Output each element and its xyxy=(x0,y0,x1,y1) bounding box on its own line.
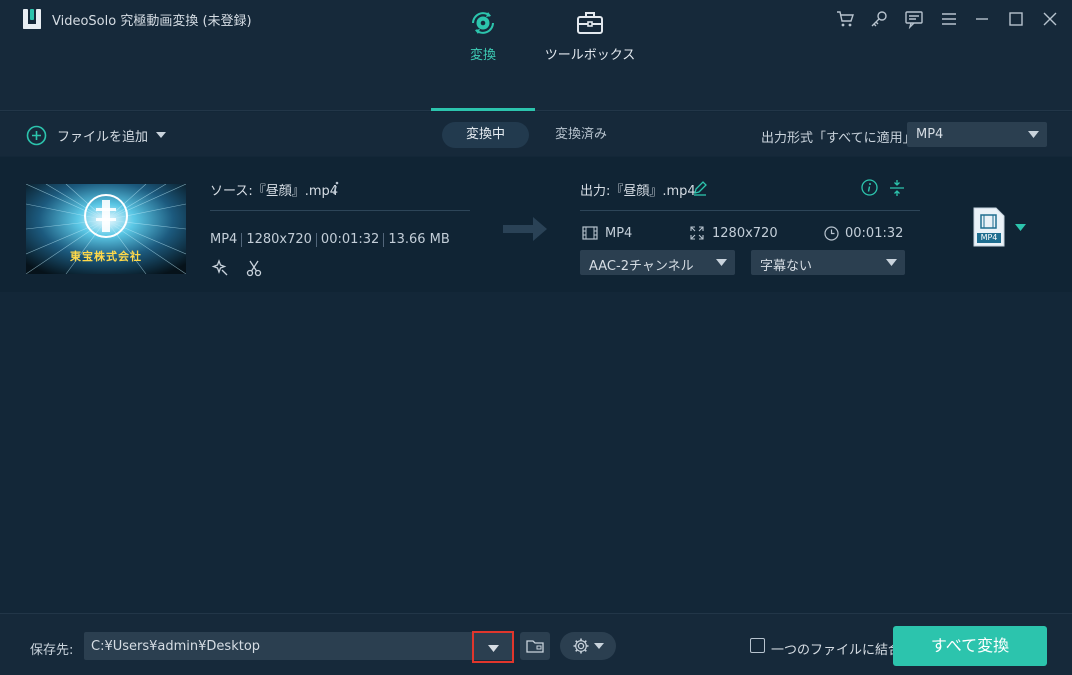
chevron-down-icon xyxy=(886,259,897,266)
source-metadata: MP4 1280x720 00:01:32 13.66 MB xyxy=(210,232,450,247)
subtitle-value: 字幕ない xyxy=(760,259,813,274)
output-format: MP4 xyxy=(605,226,633,241)
source-duration: 00:01:32 xyxy=(320,232,380,247)
divider xyxy=(580,210,920,211)
tab-convert[interactable]: 変換 xyxy=(431,8,535,70)
open-folder-button[interactable] xyxy=(520,632,550,660)
toolbox-icon xyxy=(577,12,603,34)
chevron-down-icon xyxy=(1028,131,1039,138)
output-format-label: 出力形式「すべてに適用」: xyxy=(761,131,920,146)
compress-icon[interactable] xyxy=(888,179,906,197)
thumbnail-caption: 東宝株式会社 xyxy=(70,250,142,263)
save-path-field[interactable]: C:¥Users¥admin¥Desktop xyxy=(84,632,514,660)
key-icon[interactable] xyxy=(869,9,889,29)
arrow-right-icon xyxy=(503,214,549,244)
clock-icon xyxy=(824,226,839,241)
chevron-down-icon[interactable] xyxy=(156,132,167,138)
gear-icon xyxy=(573,638,589,654)
chevron-down-icon xyxy=(716,259,727,266)
feedback-icon[interactable] xyxy=(904,9,924,29)
source-format: MP4 xyxy=(210,232,238,247)
save-destination-label: 保存先: xyxy=(30,643,74,658)
maximize-icon[interactable] xyxy=(1006,9,1026,29)
merge-files-label[interactable]: 一つのファイルに結合 xyxy=(771,639,901,658)
output-format-value: MP4 xyxy=(916,127,944,142)
convert-all-button[interactable]: すべて変換 xyxy=(893,626,1047,666)
source-size: 13.66 MB xyxy=(388,232,450,247)
output-duration: 00:01:32 xyxy=(845,226,904,241)
subtitle-dropdown[interactable]: 字幕ない xyxy=(751,250,905,275)
tab-toolbox-label: ツールボックス xyxy=(544,48,636,63)
film-icon xyxy=(582,226,598,240)
add-file-label: ファイルを追加 xyxy=(57,129,149,145)
tab-toolbox[interactable]: ツールボックス xyxy=(538,8,642,70)
convert-icon xyxy=(472,12,494,34)
folder-icon xyxy=(526,640,544,653)
menu-icon[interactable] xyxy=(939,9,959,29)
format-badge-label: MP4 xyxy=(980,233,998,242)
video-thumbnail[interactable]: 東宝株式会社 xyxy=(26,184,186,274)
active-tab-indicator xyxy=(431,108,535,111)
cart-icon[interactable] xyxy=(835,9,855,29)
settings-button[interactable] xyxy=(560,632,616,660)
segment-converted[interactable]: 変換済み xyxy=(540,122,622,148)
source-filename: ソース:『昼顔』.mp4 xyxy=(210,184,339,199)
edit-icon[interactable] xyxy=(692,180,708,196)
window-title: VideoSolo 究極動画変換 (未登録) xyxy=(52,14,252,29)
segment-converting[interactable]: 変換中 xyxy=(442,122,529,148)
add-circle-icon xyxy=(26,125,47,145)
chevron-down-icon[interactable] xyxy=(1015,224,1026,231)
chevron-down-icon xyxy=(487,645,499,652)
divider xyxy=(210,210,470,211)
resolution-icon xyxy=(690,226,704,240)
save-path-dropdown-button[interactable] xyxy=(472,631,514,663)
separator xyxy=(315,233,317,247)
output-format-select[interactable]: MP4 xyxy=(907,122,1047,147)
main-nav xyxy=(0,38,1072,111)
merge-files-checkbox[interactable] xyxy=(750,638,765,653)
separator xyxy=(383,233,385,247)
source-resolution: 1280x720 xyxy=(246,232,312,247)
enhance-icon[interactable] xyxy=(211,259,229,277)
info-circle-icon[interactable] xyxy=(861,179,878,196)
app-logo-icon xyxy=(20,7,44,31)
audio-track-dropdown[interactable]: AAC-2チャンネル xyxy=(580,250,735,275)
separator xyxy=(241,233,243,247)
save-path-value: C:¥Users¥admin¥Desktop xyxy=(91,639,261,654)
output-filename: 出力:『昼顔』.mp4 xyxy=(580,184,696,199)
chevron-down-icon xyxy=(594,643,604,649)
info-icon[interactable] xyxy=(331,180,341,196)
audio-track-value: AAC-2チャンネル xyxy=(589,259,694,274)
minimize-icon[interactable] xyxy=(972,9,992,29)
cut-icon[interactable] xyxy=(245,259,263,277)
output-resolution: 1280x720 xyxy=(712,226,778,241)
output-format-badge[interactable]: MP4 xyxy=(973,207,1005,247)
tab-convert-label: 変換 xyxy=(469,48,496,63)
close-icon[interactable] xyxy=(1040,9,1060,29)
add-file-button[interactable]: ファイルを追加 xyxy=(26,124,167,146)
